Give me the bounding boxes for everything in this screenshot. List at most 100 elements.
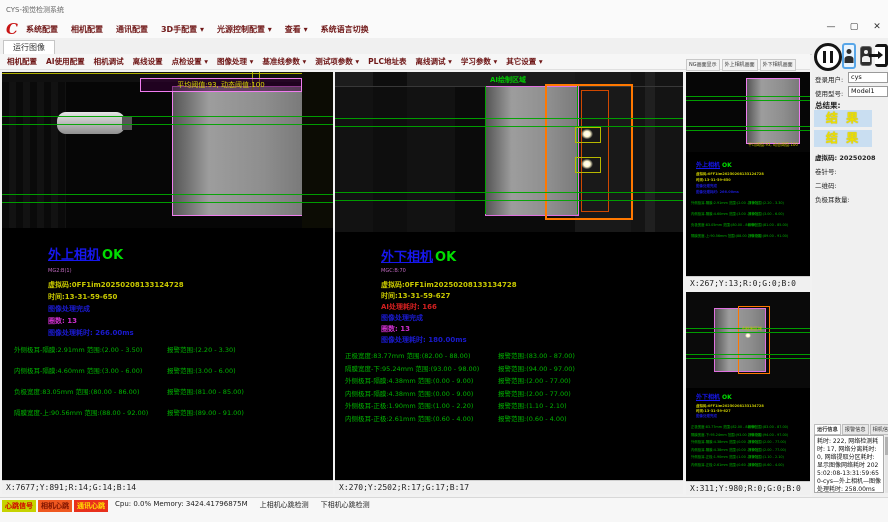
measurement-row: 隔膜宽度-下:95.24mm 范围:(93.00 - 98.00)报警范围:(9… xyxy=(691,432,788,440)
left-camera-image[interactable]: 平均阈值:93, 动态阈值:100 xyxy=(2,72,333,228)
overlay-green-line xyxy=(686,354,810,355)
thumb-bottom-image[interactable]: AI绘制区域 xyxy=(686,292,810,388)
toolbar-item[interactable]: 离线调试 ▾ xyxy=(415,56,451,67)
login-user-field[interactable]: cys xyxy=(848,72,888,83)
result-box-upper: 结 果 xyxy=(814,110,872,127)
threshold-overlay-label-mini: 平均阈值:93, 动态阈值:100 xyxy=(748,142,798,148)
measurement-value: 隔膜宽度-上:90.56mm 范围:(88.00 - 92.00) xyxy=(14,407,167,417)
toolbar-item[interactable]: 基准线参数 ▾ xyxy=(262,56,306,67)
camera-result-heading: 外下相机OK xyxy=(381,246,456,265)
barcode-line: 虚拟码:0FF1im20250208133124728 xyxy=(696,172,764,177)
bright-spot xyxy=(579,127,595,141)
toolbar-item[interactable]: 测试项参数 ▾ xyxy=(315,56,359,67)
thumb-bottom-pixel-status: X:311;Y:980;R:0;G:0;B:0 xyxy=(686,481,810,495)
person-icon xyxy=(847,49,852,54)
toolbar-item[interactable]: 点检设置 ▾ xyxy=(172,56,208,67)
measurement-row: 内侧极耳-隔膜:4.60mm 范围:(3.00 - 6.00)报警范围:(3.0… xyxy=(691,211,788,222)
menu-item[interactable]: 相机配置 xyxy=(71,24,103,35)
result-ok: OK xyxy=(102,248,123,263)
overlay-green-line xyxy=(335,118,683,119)
machine-post xyxy=(373,72,407,232)
measurement-row: 隔膜宽度-下:95.24mm 范围:(93.00 - 98.00)报警范围:(9… xyxy=(345,363,575,376)
toolbar-item[interactable]: 图像处理 ▾ xyxy=(217,56,253,67)
minimize-button[interactable]: — xyxy=(824,22,838,32)
measurement-row: 外侧极耳-正极:1.90mm 范围:(1.00 - 2.20)报警范围:(1.1… xyxy=(345,400,575,413)
measurement-value: 外侧极耳-隔膜:2.91mm 范围:(2.00 - 3.50) xyxy=(14,344,167,354)
tab-upper-camera-view[interactable]: 外上相机画面 xyxy=(722,59,758,71)
thumb-top-pixel-status: X:267;Y:13;R:0;G:0;B:0 xyxy=(686,276,810,290)
barcode-line: 虚拟码:0FF1im20250208133124728 xyxy=(48,280,184,290)
heartbeat-signal-badge: 心跳信号 xyxy=(2,500,36,512)
alarm-range: 报警范围:(94.00 - 97.00) xyxy=(498,363,575,373)
overlay-green-line xyxy=(686,126,810,127)
mid-camera-panel: AI绘制区域 外下相机OK MGC:B:70 虚拟码:0FF1im2025020… xyxy=(335,72,683,494)
measurement-value: 内侧极耳-隔膜:4.38mm 范围:(0.00 - 9.00) xyxy=(691,447,748,452)
close-button[interactable]: ✕ xyxy=(870,22,884,32)
run-log-text[interactable]: 耗时: 222, 网络检测耗时: 17, 网络分离耗时: 0, 网络提取分区耗时… xyxy=(814,435,884,493)
electrode-block xyxy=(172,86,303,216)
camera-name: 外上相机 xyxy=(696,162,720,169)
thumb-top-text: 外上相机OK 虚拟码:0FF1im20250208133124728 时间:13… xyxy=(686,152,810,276)
overlay-green-line xyxy=(335,200,683,201)
toolbar-item[interactable]: 相机调试 xyxy=(94,56,124,67)
machine-right xyxy=(631,72,683,232)
overlay-green-line xyxy=(2,116,333,117)
toolbar-item[interactable]: 其它设置 ▾ xyxy=(506,56,542,67)
toolbar-item[interactable]: 离线设置 xyxy=(133,56,163,67)
tab-run-info[interactable]: 运行信息 xyxy=(814,424,841,435)
toolbar-item[interactable]: PLC地址表 xyxy=(368,56,406,67)
process-time-line: 图像处理耗时: 180.00ms xyxy=(381,335,467,345)
toolbar-item[interactable]: AI使用配置 xyxy=(46,56,85,67)
app-logo-icon: C xyxy=(6,20,18,38)
process-done-line: 图像处理完成 xyxy=(696,184,717,189)
tab-camera-info[interactable]: 相机信息 xyxy=(870,424,888,435)
measurement-value: 外侧极耳-隔膜:2.91mm 范围:(2.00 - 3.50) xyxy=(691,200,748,205)
pause-button[interactable] xyxy=(814,43,842,71)
upper-camera-heartbeat: 上相机心跳检测 xyxy=(260,500,309,510)
logout-button[interactable] xyxy=(875,44,888,67)
overlay-green-line xyxy=(686,96,810,97)
thumb-top-image[interactable]: 平均阈值:93, 动态阈值:100 xyxy=(686,72,810,152)
alarm-range: 报警范围:(0.60 - 4.00) xyxy=(748,462,784,467)
toolbar-item[interactable]: 相机配置 xyxy=(7,56,37,67)
maximize-button[interactable]: ▢ xyxy=(847,22,861,32)
thumbnail-view-tabs: NG画面显示 外上相机画面 外下相机画面 xyxy=(686,59,810,71)
mid-camera-image[interactable]: AI绘制区域 xyxy=(335,72,683,232)
thumb-bottom-panel[interactable]: AI绘制区域 外下相机OK 虚拟码:0FF1im2025020813313472… xyxy=(686,292,810,495)
model-label: 使用型号: xyxy=(815,88,843,98)
process-time-line: 图像处理耗时: 266.00ms xyxy=(696,190,739,195)
menu-item[interactable]: 系统配置 xyxy=(26,24,58,35)
alarm-range: 报警范围:(2.00 - 77.00) xyxy=(748,439,786,444)
measurement-row: 外侧极耳-正极:1.90mm 范围:(1.00 - 2.20)报警范围:(1.1… xyxy=(691,454,788,462)
model-field[interactable]: Model1 xyxy=(848,86,888,97)
menu-item[interactable]: 光源控制配置 ▾ xyxy=(217,24,272,35)
alarm-range: 报警范围:(2.20 - 3.30) xyxy=(748,200,784,205)
user-button[interactable] xyxy=(842,43,856,69)
alarm-range: 报警范围:(0.60 - 4.00) xyxy=(498,413,567,423)
alarm-range: 报警范围:(1.10 - 2.10) xyxy=(748,454,784,459)
result-ok: OK xyxy=(435,250,456,265)
bright-spot xyxy=(579,157,595,171)
alarm-range: 报警范围:(83.00 - 87.00) xyxy=(498,350,575,360)
measurement-row: 负极宽度:83.05mm 范围:(80.00 - 86.00)报警范围:(81.… xyxy=(14,386,244,407)
measurement-value: 外侧极耳-隔膜:4.38mm 范围:(0.00 - 9.00) xyxy=(691,439,748,444)
menu-item[interactable]: 通讯配置 xyxy=(116,24,148,35)
time-line: 时间:13-31-59-627 xyxy=(381,291,450,301)
toolbar-item[interactable]: 学习参数 ▾ xyxy=(461,56,497,67)
measurement-row: 外侧极耳-隔膜:4.38mm 范围:(0.00 - 9.00)报警范围:(2.0… xyxy=(345,375,575,388)
thumb-top-panel[interactable]: 平均阈值:93, 动态阈值:100 外上相机OK 虚拟码:0FF1im20250… xyxy=(686,72,810,290)
measurement-value: 内侧极耳-正极:2.61mm 范围:(0.60 - 4.00) xyxy=(345,413,498,423)
measurement-value: 内侧极耳-隔膜:4.60mm 范围:(3.00 - 6.00) xyxy=(691,211,748,216)
measurement-value: 正极宽度:83.77mm 范围:(82.00 - 88.00) xyxy=(691,424,748,429)
mid-result-text-area: 外下相机OK MGC:B:70 虚拟码:0FF1im20250208133134… xyxy=(335,232,683,480)
overlay-red-rect xyxy=(581,90,609,212)
menu-item[interactable]: 3D手配置 ▾ xyxy=(161,24,204,35)
tab-ng-view[interactable]: NG画面显示 xyxy=(686,59,720,71)
tab-alarm-info[interactable]: 报警信息 xyxy=(842,424,869,435)
menu-item[interactable]: 查看 ▾ xyxy=(285,24,308,35)
menu-item[interactable]: 系统语言切换 xyxy=(321,24,369,35)
tab-run-image[interactable]: 运行图像 xyxy=(3,40,55,54)
tab-lower-camera-view[interactable]: 外下相机画面 xyxy=(760,59,796,71)
measurement-row: 隔膜宽度-上:90.56mm 范围:(88.00 - 92.00)报警范围:(8… xyxy=(14,407,244,428)
process-done-line: 图像处理完成 xyxy=(696,414,717,419)
